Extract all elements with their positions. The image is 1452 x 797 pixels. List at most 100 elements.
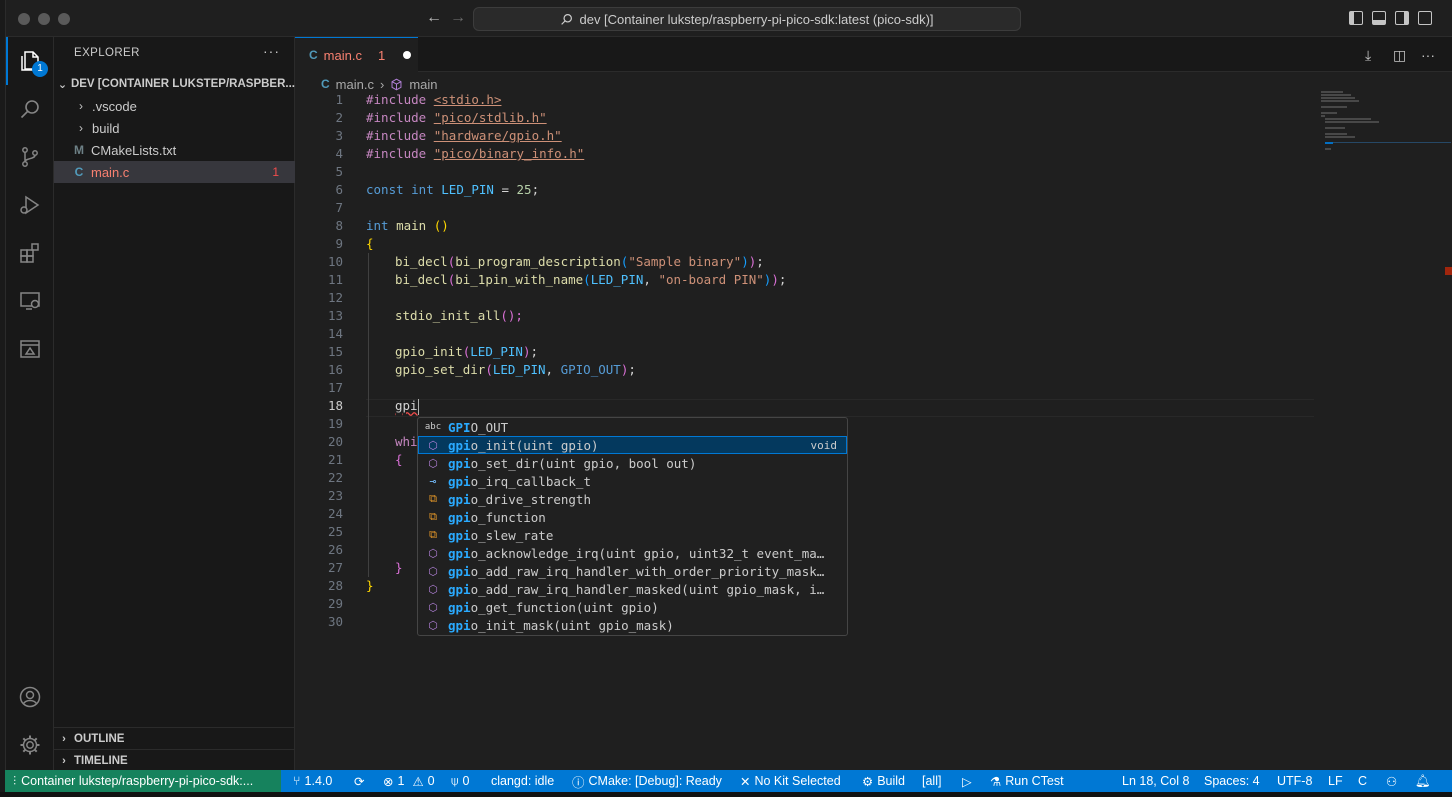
line-number: 18: [327, 398, 343, 413]
back-arrow-icon[interactable]: ←: [426, 9, 442, 27]
language-mode[interactable]: C: [1358, 770, 1367, 792]
suggestion-item[interactable]: ⬡ gpio_acknowledge_irq(uint gpio, uint32_…: [418, 544, 847, 562]
more-actions-icon[interactable]: ···: [263, 43, 280, 59]
suggestion-rest: o_add_raw_irq_handler_masked(uint gpio_m…: [470, 581, 828, 597]
feedback-button[interactable]: ⚇: [1386, 770, 1397, 792]
tree-item-cmakelists[interactable]: M CMakeLists.txt: [54, 139, 295, 161]
target-selector[interactable]: [all]: [922, 770, 941, 792]
suggestion-item[interactable]: ⬡ gpio_set_dir(uint gpio, bool out): [418, 454, 847, 472]
end-of-line[interactable]: LF: [1328, 770, 1343, 792]
suggestion-item[interactable]: ⬡ gpio_init_mask(uint gpio_mask): [418, 616, 847, 634]
run-debug-activity[interactable]: [6, 181, 54, 229]
tab-main-c[interactable]: C main.c 1: [295, 37, 418, 72]
suggestion-label: gpio_add_raw_irq_handler_masked(uint gpi…: [448, 582, 828, 597]
suggestion-item[interactable]: ⊸ gpio_irq_callback_t: [418, 472, 847, 490]
branch-item[interactable]: ⑂ 1.4.0: [293, 770, 332, 792]
line-number: 23: [327, 488, 343, 503]
ports-item[interactable]: ⍦ 0: [451, 770, 469, 792]
run-button[interactable]: ▷: [962, 770, 972, 792]
code-line-18: gpi: [395, 398, 419, 415]
split-editor-icon[interactable]: ◫: [1393, 47, 1406, 64]
status-bar: ⫶ Container lukstep/raspberry-pi-pico-sd…: [5, 770, 1452, 792]
search-icon: [20, 100, 39, 119]
build-button[interactable]: ⚙ Build: [862, 770, 905, 792]
suggestion-item[interactable]: ⬡ gpio_get_function(uint gpio): [418, 598, 847, 616]
tree-item-vscode[interactable]: › .vscode: [54, 95, 295, 117]
toggle-secondary-sidebar-icon[interactable]: [1395, 11, 1409, 25]
suggestion-label: gpio_irq_callback_t: [448, 474, 591, 489]
suggestion-match: gpi: [448, 491, 471, 507]
notifications-button[interactable]: 🔔︎: [1415, 770, 1431, 792]
search-activity[interactable]: [6, 85, 54, 133]
more-actions-icon[interactable]: ···: [1421, 47, 1435, 63]
line-number: 10: [327, 254, 343, 269]
containers-activity[interactable]: [6, 325, 54, 373]
suggestion-item[interactable]: abc GPIO_OUT: [418, 418, 847, 436]
suggest-widget[interactable]: abc GPIO_OUT ⬡ gpio_init(uint gpio) void ⬡ gpi…: [417, 417, 848, 636]
extensions-activity[interactable]: [6, 229, 54, 277]
ctest-button[interactable]: ⚗ Run CTest: [990, 770, 1064, 792]
accounts-activity[interactable]: [6, 673, 54, 721]
sync-button[interactable]: ⟳: [354, 770, 364, 792]
minimap[interactable]: [1321, 91, 1451, 151]
line-number: 2: [335, 110, 343, 125]
suggestion-item[interactable]: ⧉ gpio_drive_strength: [418, 490, 847, 508]
workspace-folder-header[interactable]: ⌄ DEV [CONTAINER LUKSTEP/RASPBER...: [54, 73, 295, 95]
code-line-27: }: [395, 560, 403, 575]
problems-item[interactable]: ⊗ 1 ⚠ 0: [383, 770, 435, 792]
command-center[interactable]: dev [Container lukstep/raspberry-pi-pico…: [473, 7, 1021, 31]
source-control-activity[interactable]: [6, 133, 54, 181]
line-number: 22: [327, 470, 343, 485]
suggestion-match: gpi: [448, 617, 471, 633]
remote-indicator[interactable]: ⫶ Container lukstep/raspberry-pi-pico-sd…: [5, 770, 281, 792]
customize-layout-icon[interactable]: [1418, 11, 1432, 25]
suggestion-item[interactable]: ⧉ gpio_slew_rate: [418, 526, 847, 544]
timeline-section[interactable]: › TIMELINE: [54, 749, 295, 771]
encoding[interactable]: UTF-8: [1277, 770, 1312, 792]
unsaved-dot-icon[interactable]: [403, 51, 412, 59]
cursor-position[interactable]: Ln 18, Col 8: [1122, 770, 1189, 792]
manage-activity[interactable]: [6, 721, 54, 769]
suggestion-rest: o_drive_strength: [470, 491, 591, 507]
editor-group: C main.c 1 ⤓ ◫ ··· C main.c › main 12345…: [295, 37, 1452, 770]
code-line-1: #include <stdio.h>: [366, 92, 502, 107]
suggestion-item[interactable]: ⧉ gpio_function: [418, 508, 847, 526]
suggestion-match: gpi: [448, 473, 471, 489]
indentation[interactable]: Spaces: 4: [1204, 770, 1260, 792]
language-label: C: [1358, 774, 1368, 788]
tree-item-build[interactable]: › build: [54, 117, 295, 139]
outline-section[interactable]: › OUTLINE: [54, 727, 295, 749]
remote-explorer-activity[interactable]: [6, 277, 54, 325]
tools-icon: ✕: [740, 774, 751, 789]
breadcrumb-symbol[interactable]: main: [409, 77, 437, 92]
cmake-label: CMake: [Debug]: Ready: [588, 774, 722, 788]
forward-arrow-icon[interactable]: →: [450, 9, 466, 27]
text-abc-icon: abc: [424, 422, 442, 432]
code-line-10: bi_decl(bi_program_description("Sample b…: [395, 254, 764, 269]
line-number: 21: [327, 452, 343, 467]
suggestion-item[interactable]: ⬡ gpio_add_raw_irq_handler_with_order_pri…: [418, 562, 847, 580]
gear-icon: [20, 735, 40, 755]
kit-selector[interactable]: ✕ No Kit Selected: [740, 770, 841, 792]
kit-label: No Kit Selected: [754, 774, 841, 788]
clangd-status[interactable]: clangd: idle: [491, 770, 554, 792]
vscode-window: ← → dev [Container lukstep/raspberry-pi-…: [5, 0, 1452, 797]
toggle-primary-sidebar-icon[interactable]: [1349, 11, 1363, 25]
warning-icon: ⚠: [412, 774, 424, 789]
problem-count: 1: [272, 165, 279, 179]
breadcrumb-file[interactable]: main.c: [336, 77, 374, 92]
method-cube-icon: ⬡: [428, 582, 438, 596]
explorer-activity[interactable]: 1: [6, 37, 54, 85]
suggestion-item[interactable]: ⬡ gpio_add_raw_irq_handler_masked(uint gp…: [418, 580, 847, 598]
code-line-6: const int LED_PIN = 25;: [366, 182, 540, 197]
open-changes-icon[interactable]: ⤓: [1365, 47, 1371, 64]
cmake-status[interactable]: ⓘ CMake: [Debug]: Ready: [572, 770, 722, 792]
suggestion-item[interactable]: ⬡ gpio_init(uint gpio) void: [418, 436, 847, 454]
bell-icon: 🔔︎: [1415, 773, 1431, 788]
tree-item-main-c[interactable]: C main.c 1: [54, 161, 295, 183]
minimize-window-button[interactable]: [38, 13, 50, 25]
toggle-panel-icon[interactable]: [1372, 11, 1386, 25]
zoom-window-button[interactable]: [58, 13, 70, 25]
close-window-button[interactable]: [18, 13, 30, 25]
radio-tower-icon: ⍦: [451, 773, 459, 788]
